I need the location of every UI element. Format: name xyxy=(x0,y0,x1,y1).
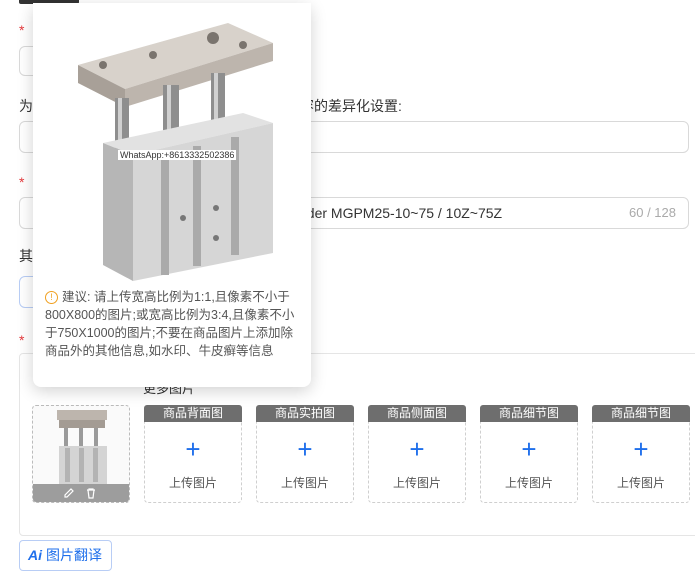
upload-label: 上传图片 xyxy=(392,476,441,490)
slot-header: 商品背面图 xyxy=(144,405,242,422)
watermark-label: WhatsApp:+8613332502386 xyxy=(118,150,237,160)
row-label-fragment: 为 xyxy=(19,98,33,114)
plus-icon: + xyxy=(185,434,201,464)
required-mark: * xyxy=(19,22,25,38)
uploaded-image-thumb[interactable] xyxy=(32,405,130,503)
ai-icon: Ai xyxy=(28,547,42,563)
plus-icon: + xyxy=(521,434,537,464)
title-value: nder MGPM25-10~75 / 10Z~75Z xyxy=(299,205,503,221)
info-icon: ! xyxy=(45,291,58,304)
image-preview-popup: WhatsApp:+8613332502386 ! 建议: 请上传宽高比例为1:1… xyxy=(33,3,311,387)
image-translate-label: 图片翻译 xyxy=(46,547,102,563)
required-mark: * xyxy=(19,174,25,190)
tip-text: 建议: 请上传宽高比例为1:1,且像素不小于800X800的图片;或宽高比例为3… xyxy=(45,290,295,358)
image-translate-button[interactable]: Ai 图片翻译 xyxy=(19,540,112,571)
required-mark: * xyxy=(19,332,25,348)
upload-slot-side[interactable]: 商品侧面图 + 上传图片 xyxy=(368,405,466,503)
title-counter: 60 / 128 xyxy=(629,205,676,220)
image-suggestion-tip: ! 建议: 请上传宽高比例为1:1,且像素不小于800X800的图片;或宽高比例为… xyxy=(45,288,303,360)
upload-label: 上传图片 xyxy=(168,476,217,490)
upload-slot-detail-1[interactable]: 商品细节图 + 上传图片 xyxy=(480,405,578,503)
slot-header: 商品细节图 xyxy=(592,405,690,422)
product-preview-image xyxy=(33,3,311,283)
trash-icon[interactable] xyxy=(85,487,97,499)
upload-label: 上传图片 xyxy=(616,476,665,490)
upload-slot-real[interactable]: 商品实拍图 + 上传图片 xyxy=(256,405,354,503)
plus-icon: + xyxy=(409,434,425,464)
upload-label: 上传图片 xyxy=(504,476,553,490)
upload-label: 上传图片 xyxy=(280,476,329,490)
other-label-fragment: 其 xyxy=(19,248,33,264)
plus-icon: + xyxy=(633,434,649,464)
upload-slot-back[interactable]: 商品背面图 + 上传图片 xyxy=(144,405,242,503)
slot-header: 商品侧面图 xyxy=(368,405,466,422)
edit-icon[interactable] xyxy=(63,487,75,499)
thumb-action-bar xyxy=(33,484,129,502)
slot-header: 商品实拍图 xyxy=(256,405,354,422)
diff-setting-label: 容的差异化设置: xyxy=(300,98,402,114)
slot-header: 商品细节图 xyxy=(480,405,578,422)
plus-icon: + xyxy=(297,434,313,464)
upload-slot-detail-2[interactable]: 商品细节图 + 上传图片 xyxy=(592,405,690,503)
